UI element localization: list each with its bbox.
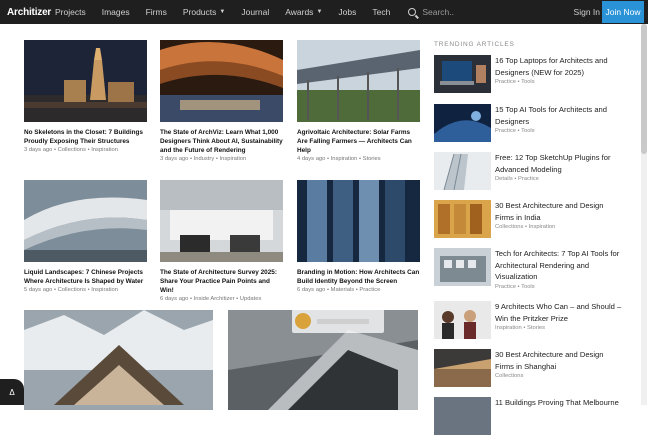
trending-thumb-image bbox=[434, 152, 491, 190]
trending-title[interactable]: 30 Best Architecture and Design Firms in… bbox=[495, 349, 624, 372]
logo[interactable]: Architizer bbox=[7, 7, 55, 18]
trending-heading: TRENDING ARTICLES bbox=[434, 41, 515, 48]
trending-item[interactable]: Tech for Architects: 7 Top AI Tools for … bbox=[434, 248, 624, 290]
article-title[interactable]: Liquid Landscapes: 7 Chinese Projects Wh… bbox=[24, 268, 147, 286]
trending-thumb[interactable] bbox=[434, 152, 491, 190]
feedback-button[interactable]: Δ bbox=[0, 379, 24, 405]
join-now-button[interactable]: Join Now bbox=[602, 1, 644, 23]
article-image[interactable] bbox=[297, 40, 420, 122]
nav-firms[interactable]: Firms bbox=[146, 7, 167, 17]
trending-title[interactable]: 30 Best Architecture and Design Firms in… bbox=[495, 200, 624, 223]
badge-bar bbox=[317, 319, 369, 324]
article-title[interactable]: Branding in Motion: How Architects Can B… bbox=[297, 268, 420, 286]
article-image[interactable] bbox=[24, 40, 147, 122]
search-icon bbox=[408, 8, 416, 16]
trending-thumb-image bbox=[434, 200, 491, 238]
trending-title[interactable]: 16 Top Laptops for Architects and Design… bbox=[495, 55, 624, 78]
article-card[interactable]: The State of ArchViz: Learn What 1,000 D… bbox=[160, 40, 283, 162]
article-image bbox=[160, 180, 283, 262]
article-title[interactable]: The State of ArchViz: Learn What 1,000 D… bbox=[160, 128, 283, 155]
article-meta: 6 days ago • Inside Architizer • Updates bbox=[160, 296, 283, 302]
trending-title[interactable]: 15 Top AI Tools for Architects and Desig… bbox=[495, 104, 624, 127]
trending-item[interactable]: 15 Top AI Tools for Architects and Desig… bbox=[434, 104, 624, 142]
article-image bbox=[297, 180, 420, 262]
featured-article-image[interactable] bbox=[24, 310, 213, 410]
nav-images[interactable]: Images bbox=[102, 7, 130, 17]
top-nav: Architizer Projects Images Firms Product… bbox=[0, 0, 648, 24]
trending-meta: Practice • Tools bbox=[495, 128, 624, 134]
trending-thumb-image bbox=[434, 104, 491, 142]
article-meta: 3 days ago • Industry • Inspiration bbox=[160, 156, 283, 162]
trending-meta: Collections bbox=[495, 373, 624, 379]
trending-thumb[interactable] bbox=[434, 397, 491, 435]
article-image[interactable] bbox=[160, 40, 283, 122]
article-image[interactable] bbox=[297, 180, 420, 262]
trending-meta: Collections • Inspiration bbox=[495, 224, 624, 230]
nav-awards[interactable]: Awards▼ bbox=[285, 7, 322, 17]
trending-thumb-image bbox=[434, 248, 491, 286]
scrollbar-thumb[interactable] bbox=[641, 24, 647, 154]
caret-down-icon: ▼ bbox=[219, 9, 225, 15]
article-image bbox=[297, 40, 420, 122]
search-input[interactable]: Search.. bbox=[408, 7, 454, 17]
trending-title[interactable]: 11 Buildings Proving That Melbourne bbox=[495, 397, 619, 409]
trending-meta: Practice • Tools bbox=[495, 79, 624, 85]
article-meta: 3 days ago • Collections • Inspiration bbox=[24, 147, 147, 153]
article-title[interactable]: The State of Architecture Survey 2025: S… bbox=[160, 268, 283, 295]
trending-item[interactable]: 16 Top Laptops for Architects and Design… bbox=[434, 55, 624, 93]
nav-jobs[interactable]: Jobs bbox=[338, 7, 356, 17]
article-card[interactable]: No Skeletons in the Closet: 7 Buildings … bbox=[24, 40, 147, 153]
trending-item[interactable]: 30 Best Architecture and Design Firms in… bbox=[434, 349, 624, 387]
caret-down-icon: ▼ bbox=[316, 9, 322, 15]
trending-item[interactable]: 11 Buildings Proving That Melbourne bbox=[434, 397, 624, 435]
sign-in-link[interactable]: Sign In bbox=[574, 0, 600, 24]
article-meta: 5 days ago • Collections • Inspiration bbox=[24, 287, 147, 293]
trending-thumb[interactable] bbox=[434, 200, 491, 238]
trending-thumb-image bbox=[434, 349, 491, 387]
overlay-badge bbox=[292, 309, 384, 333]
article-title[interactable]: Agrivoltaic Architecture: Solar Farms Ar… bbox=[297, 128, 420, 155]
trending-thumb[interactable] bbox=[434, 349, 491, 387]
nav-journal[interactable]: Journal bbox=[241, 7, 269, 17]
article-meta: 6 days ago • Materials • Practice bbox=[297, 287, 420, 293]
article-title[interactable]: No Skeletons in the Closet: 7 Buildings … bbox=[24, 128, 147, 146]
trending-item[interactable]: 9 Architects Who Can – and Should – Win … bbox=[434, 301, 624, 339]
article-image bbox=[24, 180, 147, 262]
nav-projects[interactable]: Projects bbox=[55, 7, 86, 17]
trending-thumb[interactable] bbox=[434, 301, 491, 339]
nav-tech[interactable]: Tech bbox=[372, 7, 390, 17]
article-meta: 4 days ago • Inspiration • Stories bbox=[297, 156, 420, 162]
trending-thumb-image bbox=[434, 301, 491, 339]
trending-thumb-image bbox=[434, 397, 491, 435]
article-card[interactable]: Branding in Motion: How Architects Can B… bbox=[297, 180, 420, 293]
trending-thumb[interactable] bbox=[434, 55, 491, 93]
article-image bbox=[160, 40, 283, 122]
trending-thumb[interactable] bbox=[434, 248, 491, 286]
article-card[interactable]: Liquid Landscapes: 7 Chinese Projects Wh… bbox=[24, 180, 147, 293]
article-card[interactable]: The State of Architecture Survey 2025: S… bbox=[160, 180, 283, 302]
trending-meta: Inspiration • Stories bbox=[495, 325, 624, 331]
article-image bbox=[24, 40, 147, 122]
trending-title[interactable]: 9 Architects Who Can – and Should – Win … bbox=[495, 301, 624, 324]
trending-meta: Details • Practice bbox=[495, 176, 624, 182]
article-image[interactable] bbox=[24, 180, 147, 262]
article-image[interactable] bbox=[160, 180, 283, 262]
trending-title[interactable]: Tech for Architects: 7 Top AI Tools for … bbox=[495, 248, 624, 283]
trending-thumb[interactable] bbox=[434, 104, 491, 142]
trending-item[interactable]: 30 Best Architecture and Design Firms in… bbox=[434, 200, 624, 238]
trending-item[interactable]: Free: 12 Top SketchUp Plugins for Advanc… bbox=[434, 152, 624, 190]
featured-article-image bbox=[24, 310, 213, 410]
article-card[interactable]: Agrivoltaic Architecture: Solar Farms Ar… bbox=[297, 40, 420, 162]
trending-meta: Practice • Tools bbox=[495, 284, 624, 290]
trending-thumb-image bbox=[434, 55, 491, 93]
trending-title[interactable]: Free: 12 Top SketchUp Plugins for Advanc… bbox=[495, 152, 624, 175]
badge-logo-icon bbox=[295, 313, 311, 329]
feedback-label: Δ bbox=[9, 388, 14, 397]
nav-products[interactable]: Products▼ bbox=[183, 7, 226, 17]
